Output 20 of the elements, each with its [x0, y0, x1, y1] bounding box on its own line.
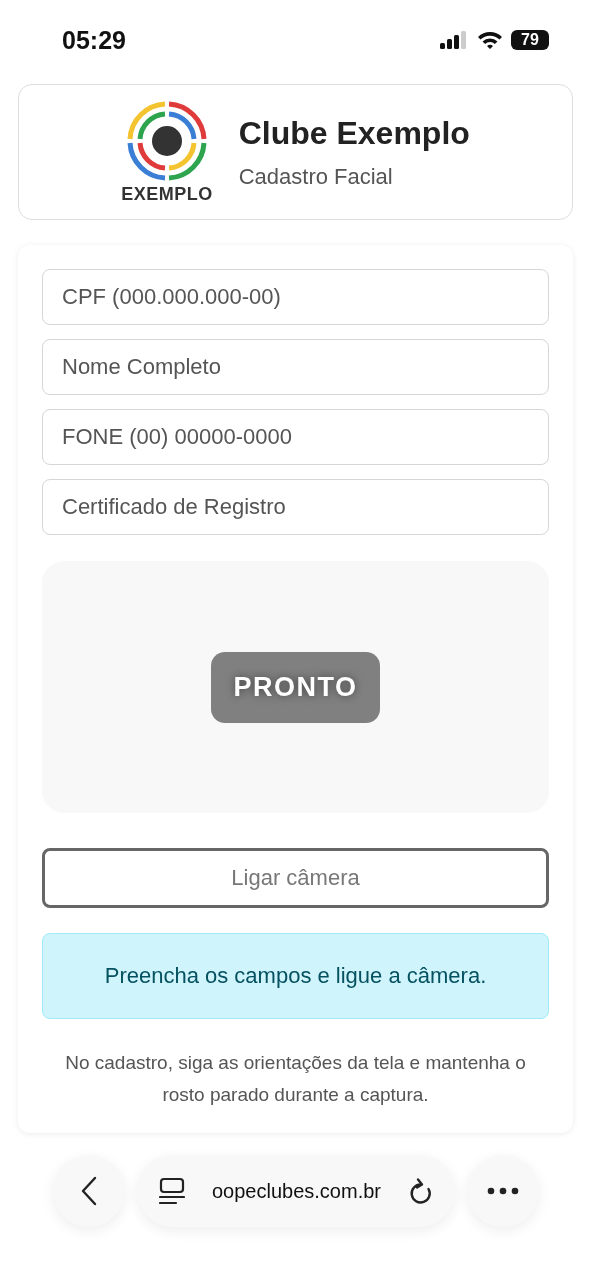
logo-wordmark: EXEMPLO — [121, 183, 213, 205]
more-icon — [486, 1187, 519, 1195]
input-field[interactable]: CPF (000.000.000-00) — [42, 269, 549, 325]
input-field[interactable]: Nome Completo — [42, 339, 549, 395]
info-alert: Preencha os campos e ligue a câmera. — [42, 933, 549, 1019]
signal-icon — [439, 30, 469, 50]
input-field[interactable]: FONE (00) 00000-0000 — [42, 409, 549, 465]
url-text: oopeclubes.com.br — [212, 1179, 381, 1203]
page-subtitle: Cadastro Facial — [238, 163, 394, 190]
tabs-icon — [158, 1177, 185, 1205]
club-title: Clube Exemplo — [238, 114, 470, 152]
status-time: 05:29 — [62, 25, 126, 55]
battery-icon: 79 — [511, 30, 549, 50]
status-badge: PRONTO — [211, 651, 380, 723]
target-logo-icon — [125, 99, 208, 182]
help-text: No cadastro, siga as orientações da tela e mantenha o rosto parado durante a captura. — [64, 1051, 527, 1107]
address-bar[interactable]: oopeclubes.com.br — [136, 1155, 455, 1227]
wifi-icon — [477, 30, 503, 50]
back-icon — [80, 1176, 97, 1206]
input-field[interactable]: Certificado de Registro — [42, 479, 549, 535]
